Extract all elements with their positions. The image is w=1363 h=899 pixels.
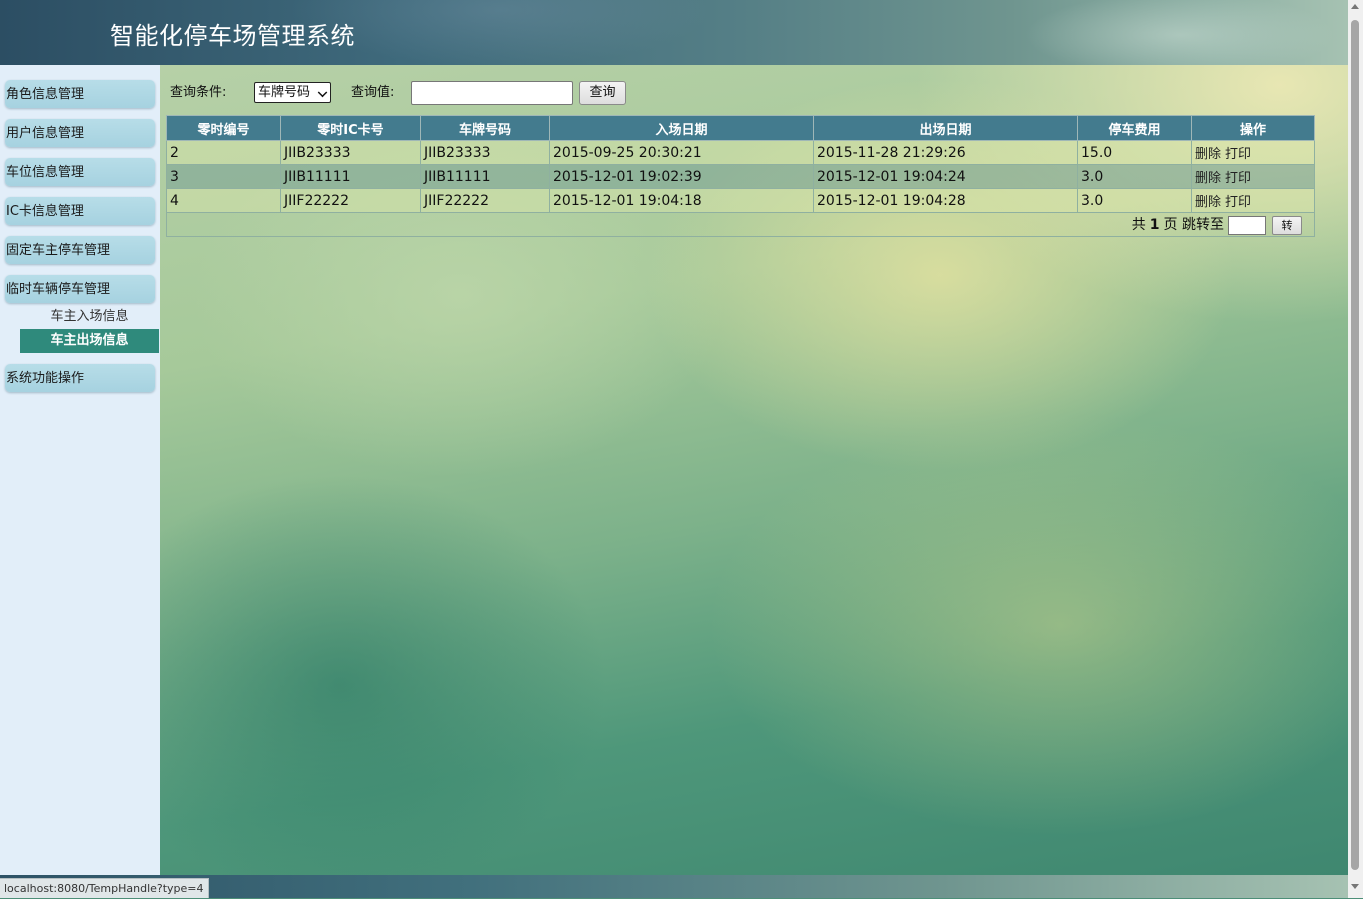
cell-parking-fee: 15.0 xyxy=(1077,140,1192,165)
query-button[interactable]: 查询 xyxy=(579,81,626,105)
cell-plate-number: JIIF22222 xyxy=(420,188,550,213)
scrollbar-thumb[interactable] xyxy=(1351,20,1359,870)
cell-parking-fee: 3.0 xyxy=(1077,188,1192,213)
cell-entry-date: 2015-09-25 20:30:21 xyxy=(549,140,814,165)
vertical-scrollbar[interactable] xyxy=(1348,0,1363,898)
print-link[interactable]: 打印 xyxy=(1225,195,1251,210)
sidebar-subitem-owner-exit-info[interactable]: 车主出场信息 xyxy=(20,329,159,353)
sidebar-item-temporary-vehicle-parking[interactable]: 临时车辆停车管理 xyxy=(5,275,155,303)
sidebar-item-parking-space-management[interactable]: 车位信息管理 xyxy=(5,158,155,186)
cell-ic-card: JIIB23333 xyxy=(280,140,421,165)
status-bar-url: localhost:8080/TempHandle?type=4 xyxy=(0,878,209,898)
sidebar-item-fixed-owner-parking[interactable]: 固定车主停车管理 xyxy=(5,236,155,264)
pager-go-button[interactable]: 转 xyxy=(1272,215,1302,235)
cell-exit-date: 2015-12-01 19:04:24 xyxy=(813,164,1078,189)
column-header-exit-date: 出场日期 xyxy=(813,115,1078,141)
header-banner: 智能化停车场管理系统 xyxy=(0,0,1348,65)
chevron-down-icon xyxy=(317,87,328,98)
sidebar: 角色信息管理 用户信息管理 车位信息管理 IC卡信息管理 固定车主停车管理 临时… xyxy=(0,65,160,875)
query-condition-label: 查询条件: xyxy=(170,85,227,100)
column-header-plate-number: 车牌号码 xyxy=(420,115,550,141)
column-header-temp-id: 零时编号 xyxy=(166,115,281,141)
print-link[interactable]: 打印 xyxy=(1225,147,1251,162)
cell-exit-date: 2015-11-28 21:29:26 xyxy=(813,140,1078,165)
pager: 共1页 跳转至 转 xyxy=(166,212,1315,237)
scroll-up-arrow-icon[interactable] xyxy=(1351,4,1359,9)
pager-jump-input[interactable] xyxy=(1228,215,1266,235)
table-header-row: 零时编号 零时IC卡号 车牌号码 入场日期 出场日期 停车费用 操作 xyxy=(166,115,1315,141)
pager-total-suffix: 页 跳转至 xyxy=(1163,217,1224,234)
column-header-temp-ic-card: 零时IC卡号 xyxy=(280,115,421,141)
scroll-down-arrow-icon[interactable] xyxy=(1351,884,1359,889)
cell-actions: 删除 打印 xyxy=(1191,140,1315,165)
cell-exit-date: 2015-12-01 19:04:28 xyxy=(813,188,1078,213)
delete-link[interactable]: 删除 xyxy=(1195,171,1221,186)
column-header-parking-fee: 停车费用 xyxy=(1077,115,1192,141)
sidebar-subitem-owner-entry-info[interactable]: 车主入场信息 xyxy=(20,305,159,329)
pager-row: 共1页 跳转至 转 xyxy=(166,212,1315,237)
cell-ic-card: JIIF22222 xyxy=(280,188,421,213)
cell-ic-card: JIIB11111 xyxy=(280,164,421,189)
cell-entry-date: 2015-12-01 19:04:18 xyxy=(549,188,814,213)
query-condition-select[interactable]: 车牌号码 xyxy=(254,82,331,103)
cell-temp-id: 4 xyxy=(166,188,281,213)
app-title: 智能化停车场管理系统 xyxy=(110,22,355,50)
table-row: 2 JIIB23333 JIIB23333 2015-09-25 20:30:2… xyxy=(166,140,1315,165)
cell-temp-id: 2 xyxy=(166,140,281,165)
query-condition-selected-value: 车牌号码 xyxy=(258,85,311,100)
pager-total-prefix: 共 xyxy=(1131,217,1146,234)
pager-total-pages: 1 xyxy=(1149,217,1160,234)
sidebar-item-user-management[interactable]: 用户信息管理 xyxy=(5,119,155,147)
cell-parking-fee: 3.0 xyxy=(1077,164,1192,189)
cell-entry-date: 2015-12-01 19:02:39 xyxy=(549,164,814,189)
delete-link[interactable]: 删除 xyxy=(1195,195,1221,210)
parking-records-table: 零时编号 零时IC卡号 车牌号码 入场日期 出场日期 停车费用 操作 2 JII… xyxy=(166,115,1315,237)
print-link[interactable]: 打印 xyxy=(1225,171,1251,186)
column-header-entry-date: 入场日期 xyxy=(549,115,814,141)
table-row: 3 JIIB11111 JIIB11111 2015-12-01 19:02:3… xyxy=(166,164,1315,189)
sidebar-item-role-management[interactable]: 角色信息管理 xyxy=(5,80,155,108)
cell-plate-number: JIIB11111 xyxy=(420,164,550,189)
delete-link[interactable]: 删除 xyxy=(1195,147,1221,162)
column-header-actions: 操作 xyxy=(1191,115,1315,141)
query-value-label: 查询值: xyxy=(351,85,395,100)
cell-actions: 删除 打印 xyxy=(1191,188,1315,213)
cell-temp-id: 3 xyxy=(166,164,281,189)
cell-actions: 删除 打印 xyxy=(1191,164,1315,189)
cell-plate-number: JIIB23333 xyxy=(420,140,550,165)
sidebar-item-ic-card-management[interactable]: IC卡信息管理 xyxy=(5,197,155,225)
sidebar-item-system-functions[interactable]: 系统功能操作 xyxy=(5,364,155,392)
query-value-input[interactable] xyxy=(411,81,573,105)
main-content: 查询条件: 车牌号码 查询值: 查询 零时编号 零时IC卡号 车牌号码 入场日期… xyxy=(160,65,1348,875)
table-row: 4 JIIF22222 JIIF22222 2015-12-01 19:04:1… xyxy=(166,188,1315,213)
